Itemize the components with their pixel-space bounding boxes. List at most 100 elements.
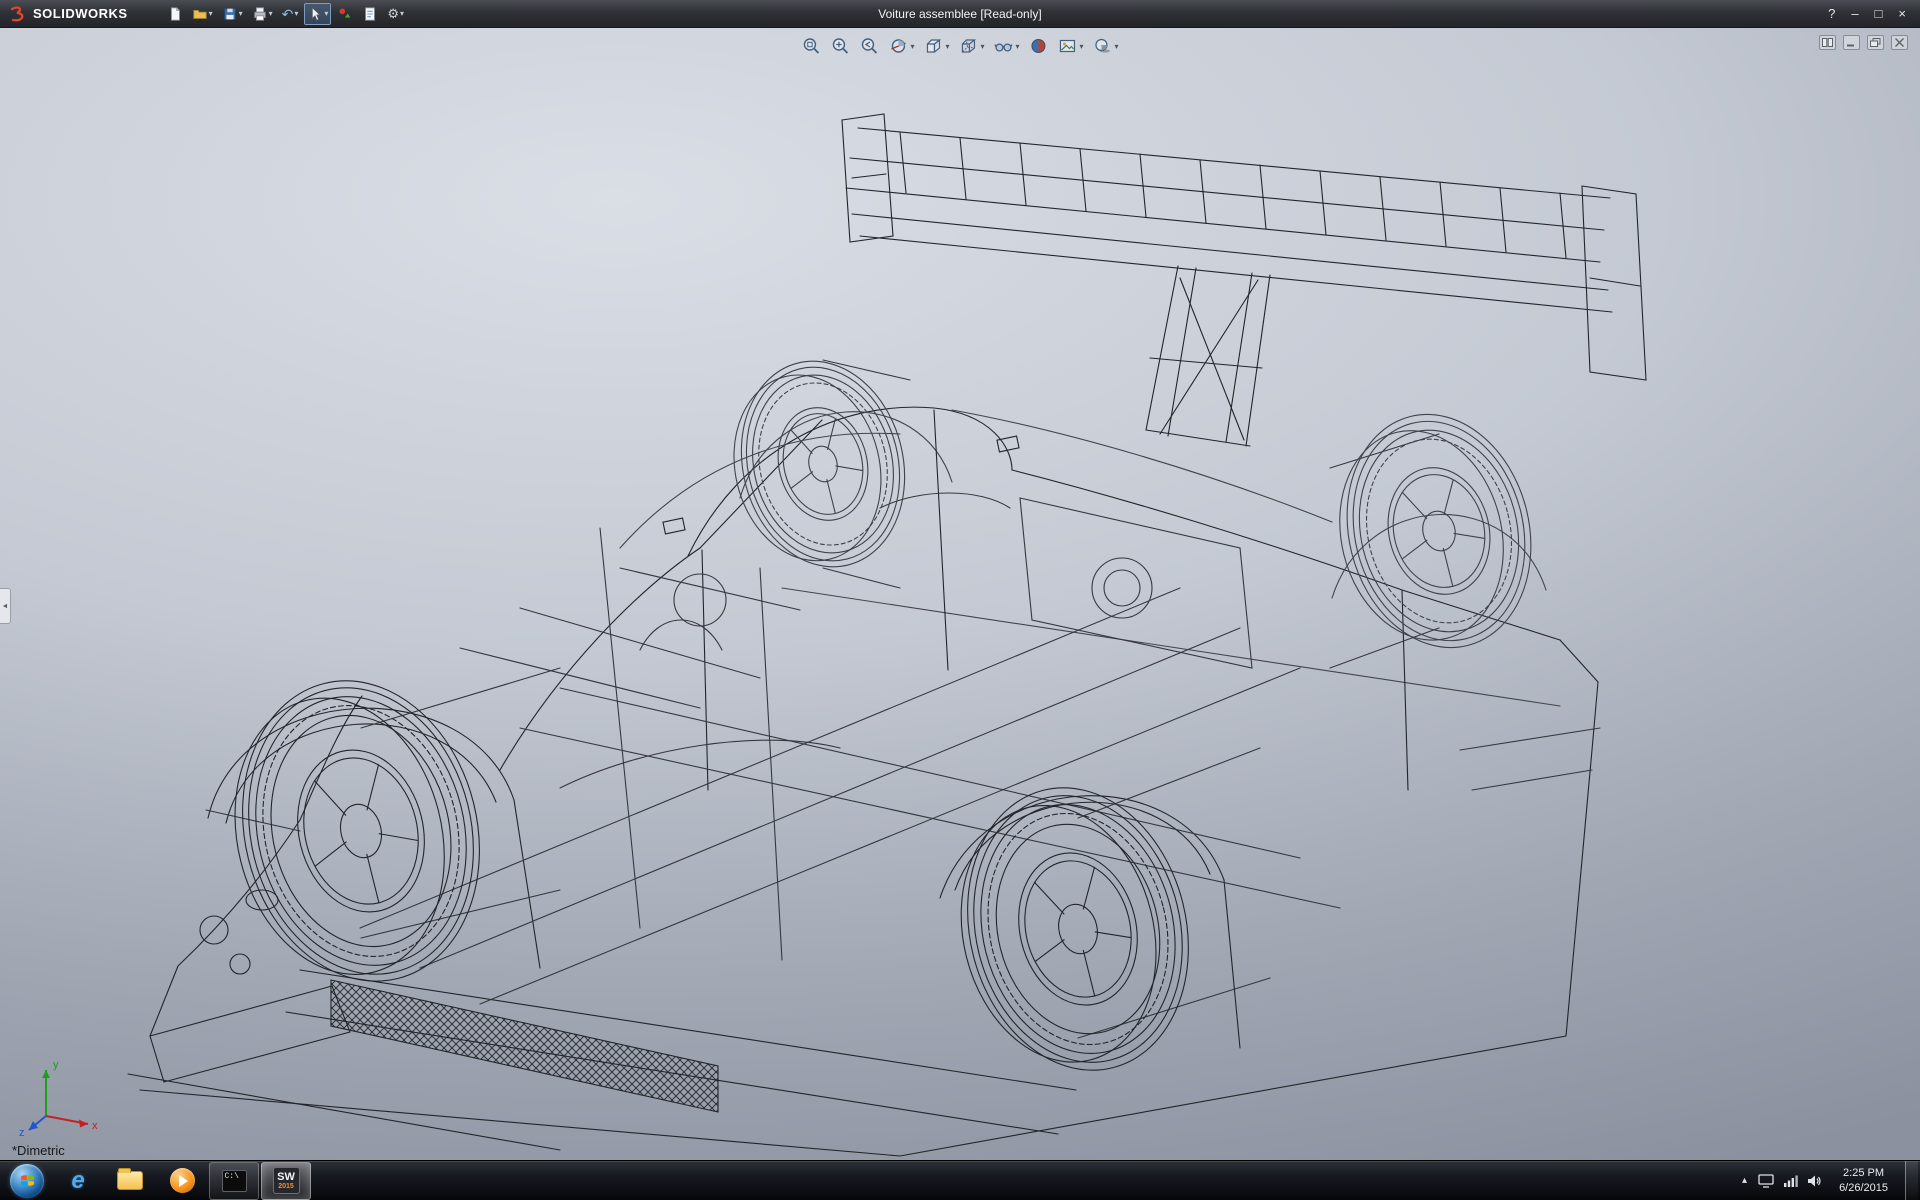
view-orientation-button[interactable]: ▾ bbox=[922, 34, 950, 58]
undo-button[interactable]: ↶ ▾ bbox=[279, 3, 302, 25]
tray-expand-button[interactable]: ▴ bbox=[1740, 1175, 1749, 1186]
folder-icon bbox=[117, 1168, 143, 1190]
display-style-button[interactable]: ▾ bbox=[957, 34, 985, 58]
gear-icon: ⚙ bbox=[387, 6, 400, 21]
open-button[interactable]: ▾ bbox=[189, 3, 216, 25]
chassis-wireframe bbox=[205, 359, 1601, 1039]
window-title: Voiture assemblee [Read-only] bbox=[878, 6, 1042, 21]
reference-triad: y x z bbox=[19, 1059, 98, 1138]
graphics-viewport[interactable]: ▾ ▾ ▾ ▾ ▾ ▾ ◄ y x z *Dimetric bbox=[0, 28, 1920, 1160]
apply-scene-caret[interactable]: ▾ bbox=[1080, 42, 1084, 51]
network-icon[interactable] bbox=[1783, 1174, 1798, 1188]
main-toolbar: ▾ ▾ ▾ ↶ ▾ ▾ ⚙ ▾ bbox=[164, 2, 407, 25]
file-properties-button[interactable] bbox=[359, 3, 381, 25]
taskbar-command-prompt[interactable]: C:\ bbox=[209, 1161, 259, 1200]
print-dropdown-caret[interactable]: ▾ bbox=[269, 9, 273, 18]
minimize-button[interactable]: – bbox=[1851, 6, 1858, 21]
command-prompt-icon: C:\ bbox=[221, 1169, 247, 1192]
view-orientation-label: *Dimetric bbox=[12, 1143, 65, 1158]
media-player-icon bbox=[169, 1168, 195, 1193]
tile-windows-icon bbox=[1822, 38, 1833, 47]
open-folder-icon bbox=[192, 9, 207, 19]
apply-scene-button[interactable]: ▾ bbox=[1057, 34, 1085, 58]
hide-show-items-button[interactable]: ▾ bbox=[993, 34, 1021, 58]
dassault-logo-icon bbox=[10, 5, 24, 21]
tile-windows-button[interactable] bbox=[1819, 35, 1836, 50]
edit-appearance-button[interactable] bbox=[1028, 34, 1050, 58]
apply-scene-icon bbox=[1059, 39, 1076, 53]
rebuild-icon bbox=[339, 7, 351, 18]
close-document-button[interactable] bbox=[1891, 35, 1908, 50]
maximize-button[interactable]: □ bbox=[1875, 6, 1883, 21]
wireframe-race-car-model[interactable] bbox=[0, 28, 1920, 1160]
save-button[interactable]: ▾ bbox=[219, 3, 246, 25]
volume-icon[interactable] bbox=[1807, 1174, 1822, 1188]
options-dropdown-caret[interactable]: ▾ bbox=[400, 9, 404, 18]
previous-view-button[interactable] bbox=[858, 34, 880, 58]
taskbar-media-player[interactable] bbox=[157, 1162, 207, 1200]
save-dropdown-caret[interactable]: ▾ bbox=[239, 9, 243, 18]
wireframe-geometry bbox=[127, 113, 1647, 1157]
action-center-icon[interactable] bbox=[1758, 1173, 1774, 1188]
select-dropdown-caret[interactable]: ▾ bbox=[324, 9, 328, 18]
taskbar-internet-explorer[interactable]: e bbox=[53, 1162, 103, 1200]
undo-icon: ↶ bbox=[281, 5, 294, 22]
triad-y-label: y bbox=[53, 1059, 59, 1071]
undo-dropdown-caret[interactable]: ▾ bbox=[294, 9, 298, 18]
clock-time: 2:25 PM bbox=[1843, 1167, 1885, 1180]
start-button[interactable] bbox=[10, 1163, 44, 1198]
edit-appearance-ball-icon bbox=[1031, 39, 1046, 53]
options-button[interactable]: ⚙ ▾ bbox=[384, 3, 407, 25]
help-button[interactable]: ? bbox=[1828, 6, 1835, 21]
title-bar: SOLIDWORKS ▾ ▾ ▾ ↶ ▾ ▾ ⚙ ▾ Voiture assem… bbox=[0, 0, 1920, 28]
hide-show-caret[interactable]: ▾ bbox=[1016, 42, 1020, 51]
open-dropdown-caret[interactable]: ▾ bbox=[209, 9, 213, 18]
section-view-icon bbox=[891, 39, 906, 53]
wheel-front-right bbox=[733, 360, 906, 568]
window-controls: ? – □ × bbox=[1828, 6, 1920, 21]
section-view-button[interactable]: ▾ bbox=[887, 34, 915, 58]
select-button[interactable]: ▾ bbox=[304, 2, 332, 25]
triad-x-label: x bbox=[92, 1120, 98, 1132]
system-tray: ▴ 2:25 PM 6/26/2015 bbox=[1740, 1160, 1920, 1200]
view-settings-caret[interactable]: ▾ bbox=[1115, 42, 1119, 51]
print-icon bbox=[253, 6, 266, 21]
internet-explorer-icon: e bbox=[71, 1166, 85, 1194]
taskbar-clock[interactable]: 2:25 PM 6/26/2015 bbox=[1831, 1166, 1896, 1195]
feature-manager-collapse-tab[interactable]: ◄ bbox=[0, 588, 11, 624]
zoom-to-fit-button[interactable] bbox=[800, 34, 822, 58]
save-icon bbox=[223, 7, 236, 20]
solidworks-icon-year: 2015 bbox=[278, 1182, 294, 1190]
previous-view-icon bbox=[861, 38, 878, 54]
new-document-button[interactable] bbox=[164, 3, 186, 25]
restore-document-icon bbox=[1870, 38, 1881, 47]
triad-z-label: z bbox=[19, 1127, 25, 1138]
windows-taskbar: e C:\ SW 2015 ▴ 2:25 PM 6/26/2015 bbox=[0, 1160, 1920, 1200]
front-grille-mesh bbox=[330, 979, 719, 1113]
minimize-document-icon bbox=[1847, 44, 1854, 47]
windows-flag-icon bbox=[20, 1175, 34, 1186]
minimize-document-button[interactable] bbox=[1843, 35, 1860, 50]
view-settings-button[interactable]: ▾ bbox=[1092, 34, 1120, 58]
close-button[interactable]: × bbox=[1898, 6, 1906, 21]
solidworks-2015-icon: SW 2015 bbox=[272, 1167, 300, 1194]
file-properties-icon bbox=[365, 6, 376, 21]
rebuild-button[interactable] bbox=[334, 3, 356, 25]
solidworks-icon-label: SW bbox=[277, 1170, 295, 1183]
show-desktop-button[interactable] bbox=[1905, 1160, 1918, 1200]
taskbar-solidworks[interactable]: SW 2015 bbox=[261, 1161, 311, 1200]
view-settings-icon bbox=[1095, 38, 1111, 53]
close-document-icon bbox=[1895, 38, 1904, 47]
view-orientation-caret[interactable]: ▾ bbox=[945, 42, 949, 51]
hide-show-glasses-icon bbox=[994, 43, 1013, 52]
body-wireframe bbox=[127, 406, 1599, 1157]
rear-wing-wireframe bbox=[841, 113, 1647, 447]
restore-document-button[interactable] bbox=[1867, 35, 1884, 50]
section-view-caret[interactable]: ▾ bbox=[910, 42, 914, 51]
zoom-to-fit-icon bbox=[803, 38, 820, 54]
print-button[interactable]: ▾ bbox=[249, 3, 276, 25]
zoom-to-area-button[interactable] bbox=[829, 34, 851, 58]
taskbar-file-explorer[interactable] bbox=[105, 1162, 155, 1200]
display-style-caret[interactable]: ▾ bbox=[980, 42, 984, 51]
view-orientation-cube-icon bbox=[926, 39, 942, 53]
